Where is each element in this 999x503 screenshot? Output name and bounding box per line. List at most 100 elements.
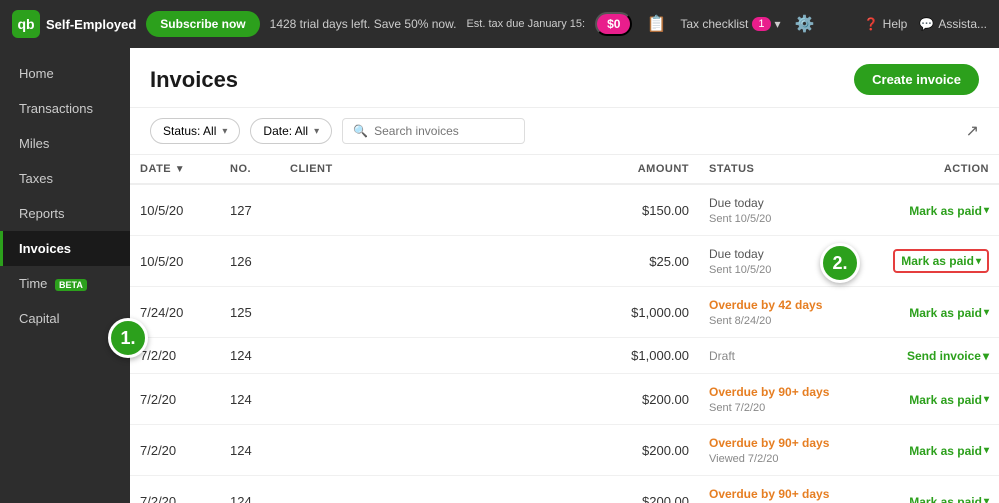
table-row: 7/2/20 124 $200.00 Overdue by 90+ daysSe… xyxy=(130,476,999,503)
caret-icon: ▾ xyxy=(984,205,989,216)
cell-action[interactable]: Mark as paid ▾ xyxy=(859,184,999,236)
cell-action[interactable]: Mark as paid ▾ xyxy=(859,236,999,287)
cell-no: 126 xyxy=(220,236,280,287)
table-row: 10/5/20 127 $150.00 Due today Sent 10/5/2… xyxy=(130,184,999,236)
beta-badge: BETA xyxy=(55,279,87,291)
tax-checklist[interactable]: Tax checklist 1 ▾ xyxy=(680,17,780,31)
cell-no: 124 xyxy=(220,476,280,503)
cell-client xyxy=(280,184,589,236)
subscribe-button[interactable]: Subscribe now xyxy=(146,11,259,37)
col-no: NO. xyxy=(220,155,280,184)
mark-as-paid-button[interactable]: Mark as paid ▾ xyxy=(909,393,989,407)
cell-client xyxy=(280,476,589,503)
mark-as-paid-highlighted[interactable]: Mark as paid ▾ xyxy=(893,249,989,273)
page-title: Invoices xyxy=(150,67,238,93)
export-icon[interactable]: ↗ xyxy=(966,121,979,141)
clipboard-icon[interactable]: 📋 xyxy=(642,10,670,38)
assist-label: Assista... xyxy=(938,17,987,31)
sidebar-item-invoices[interactable]: Invoices xyxy=(0,231,130,266)
date-chevron-icon: ▾ xyxy=(314,126,319,137)
filters-row: Status: All ▾ Date: All ▾ 🔍 ↗ xyxy=(130,108,999,155)
table-row: 7/24/20 125 $1,000.00 Overdue by 42 days… xyxy=(130,287,999,338)
cell-status: Overdue by 90+ daysSent 7/2/20 xyxy=(699,374,859,425)
status-text: Due today xyxy=(709,247,764,261)
cell-action[interactable]: Mark as paid ▾ xyxy=(859,374,999,425)
cell-action[interactable]: Mark as paid ▾ xyxy=(859,476,999,503)
caret-icon: ▾ xyxy=(984,307,989,318)
mark-as-paid-button[interactable]: Mark as paid ▾ xyxy=(909,204,989,218)
table-row: 10/5/20 126 $25.00 Due todaySent 10/5/20… xyxy=(130,236,999,287)
chat-icon: 💬 xyxy=(919,17,934,31)
main-layout: Home Transactions Miles Taxes Reports In… xyxy=(0,48,999,503)
cell-amount: $150.00 xyxy=(589,184,699,236)
topbar: qb Self-Employed Subscribe now 1428 tria… xyxy=(0,0,999,48)
cell-no: 127 xyxy=(220,184,280,236)
cell-action[interactable]: Send invoice ▾ xyxy=(859,338,999,374)
cell-status: Overdue by 90+ daysViewed 7/2/20 xyxy=(699,425,859,476)
annotation-circle-1: 1. xyxy=(108,318,148,358)
sidebar-item-home[interactable]: Home xyxy=(0,56,130,91)
cell-action[interactable]: Mark as paid ▾ xyxy=(859,425,999,476)
caret-icon: ▾ xyxy=(976,256,981,267)
sidebar-item-transactions[interactable]: Transactions xyxy=(0,91,130,126)
search-input[interactable] xyxy=(374,124,514,138)
sidebar-item-taxes[interactable]: Taxes xyxy=(0,161,130,196)
cell-client xyxy=(280,338,589,374)
sidebar: Home Transactions Miles Taxes Reports In… xyxy=(0,48,130,503)
col-status: STATUS xyxy=(699,155,859,184)
tax-chevron-icon[interactable]: ▾ xyxy=(775,17,781,31)
cell-client xyxy=(280,425,589,476)
cell-amount: $200.00 xyxy=(589,425,699,476)
status-sub: Sent 8/24/20 xyxy=(709,315,771,327)
cell-date: 7/2/20 xyxy=(130,476,220,503)
cell-client xyxy=(280,236,589,287)
settings-icon[interactable]: ⚙️ xyxy=(791,10,819,38)
table-row: 7/2/20 124 $200.00 Overdue by 90+ daysSe… xyxy=(130,374,999,425)
status-filter-label: Status: All xyxy=(163,124,216,138)
cell-amount: $1,000.00 xyxy=(589,287,699,338)
content-area: Invoices Create invoice Status: All ▾ Da… xyxy=(130,48,999,503)
status-overdue: Overdue by 42 days xyxy=(709,298,822,312)
status-text: Due today xyxy=(709,196,764,210)
invoices-table: DATE ▼ NO. CLIENT AMOUNT STATUS ACTION 1… xyxy=(130,155,999,503)
cell-date: 7/2/20 xyxy=(130,425,220,476)
mark-as-paid-button[interactable]: Mark as paid ▾ xyxy=(909,306,989,320)
cell-date: 10/5/20 xyxy=(130,236,220,287)
search-box[interactable]: 🔍 xyxy=(342,118,525,144)
cell-amount: $25.00 xyxy=(589,236,699,287)
caret-icon: ▾ xyxy=(984,445,989,456)
mark-as-paid-button[interactable]: Mark as paid ▾ xyxy=(909,444,989,458)
sidebar-item-reports[interactable]: Reports xyxy=(0,196,130,231)
col-client: CLIENT xyxy=(280,155,589,184)
status-filter-dropdown[interactable]: Status: All ▾ xyxy=(150,118,240,144)
status-sub: Sent 10/5/20 xyxy=(709,213,771,225)
app-name: Self-Employed xyxy=(46,17,136,32)
sidebar-item-time[interactable]: Time BETA xyxy=(0,266,130,301)
help-circle-icon: ❓ xyxy=(864,17,879,31)
tax-checklist-label: Tax checklist xyxy=(680,17,748,31)
mark-as-paid-button[interactable]: Mark as paid ▾ xyxy=(901,254,981,268)
send-invoice-button[interactable]: Send invoice ▾ xyxy=(907,349,989,363)
cell-status: Overdue by 42 days Sent 8/24/20 xyxy=(699,287,859,338)
date-filter-dropdown[interactable]: Date: All ▾ xyxy=(250,118,332,144)
create-invoice-button[interactable]: Create invoice xyxy=(854,64,979,95)
dollar-amount-badge[interactable]: $0 xyxy=(595,12,632,36)
content-header: Invoices Create invoice xyxy=(130,48,999,108)
logo-area: qb Self-Employed xyxy=(12,10,136,38)
tax-count-badge: 1 xyxy=(752,17,770,31)
sort-arrow-icon: ▼ xyxy=(175,164,185,175)
sidebar-item-miles[interactable]: Miles xyxy=(0,126,130,161)
assistant-button[interactable]: 💬 Assista... xyxy=(919,17,987,31)
cell-status: Draft xyxy=(699,338,859,374)
mark-as-paid-button[interactable]: Mark as paid ▾ xyxy=(909,495,989,503)
cell-amount: $1,000.00 xyxy=(589,338,699,374)
cell-client xyxy=(280,287,589,338)
help-button[interactable]: ❓ Help xyxy=(864,17,908,31)
cell-no: 124 xyxy=(220,374,280,425)
cell-amount: $200.00 xyxy=(589,476,699,503)
cell-action[interactable]: Mark as paid ▾ xyxy=(859,287,999,338)
cell-date: 10/5/20 xyxy=(130,184,220,236)
logo-icon: qb xyxy=(12,10,40,38)
cell-date: 7/2/20 xyxy=(130,374,220,425)
status-overdue: Overdue by 90+ days xyxy=(709,487,829,501)
